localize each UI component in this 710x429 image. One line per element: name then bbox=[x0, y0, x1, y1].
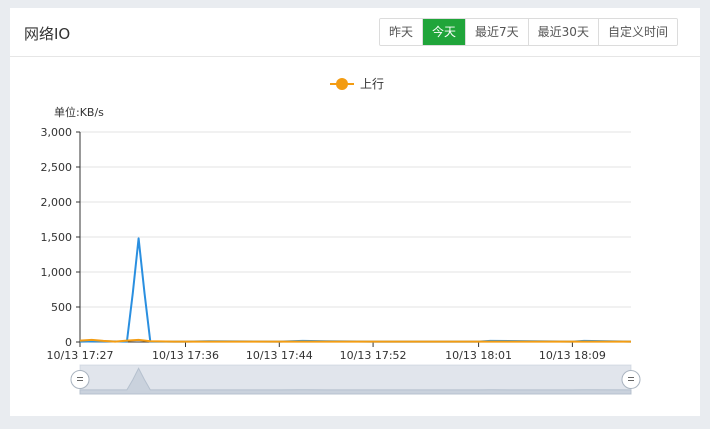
x-tick-label: 10/13 17:52 bbox=[340, 349, 407, 362]
drag-handle-icon[interactable] bbox=[70, 370, 90, 389]
y-tick-label: 500 bbox=[51, 301, 72, 314]
y-tick-label: 2,500 bbox=[41, 161, 73, 174]
zoom-handle-left[interactable] bbox=[70, 370, 90, 389]
y-tick-label: 1,500 bbox=[41, 231, 73, 244]
y-tick-label: 0 bbox=[65, 336, 72, 349]
network-io-chart: 3,000 2,500 2,000 1,500 1,000 500 010/13 17:27… bbox=[41, 126, 641, 395]
y-tick-label: 1,000 bbox=[41, 266, 73, 279]
y-tick-label: 3,000 bbox=[41, 126, 73, 139]
network-io-panel: 网络IO 昨天 今天 最近7天 最近30天 自定义时间 上行 单位:KB/s 3,000… bbox=[10, 8, 700, 416]
x-tick-label: 10/13 18:09 bbox=[539, 349, 606, 362]
x-tick-label: 10/13 18:01 bbox=[445, 349, 512, 362]
drag-handle-icon[interactable] bbox=[621, 370, 641, 389]
x-tick-label: 10/13 17:44 bbox=[246, 349, 313, 362]
x-tick-label: 10/13 17:36 bbox=[152, 349, 219, 362]
zoom-selected-range[interactable] bbox=[80, 365, 631, 394]
y-tick-label: 2,000 bbox=[41, 196, 73, 209]
series-line-download bbox=[79, 237, 632, 343]
x-tick-label: 10/13 17:27 bbox=[47, 349, 114, 362]
series-line-upload bbox=[79, 338, 631, 343]
zoom-handle-right[interactable] bbox=[621, 370, 641, 389]
